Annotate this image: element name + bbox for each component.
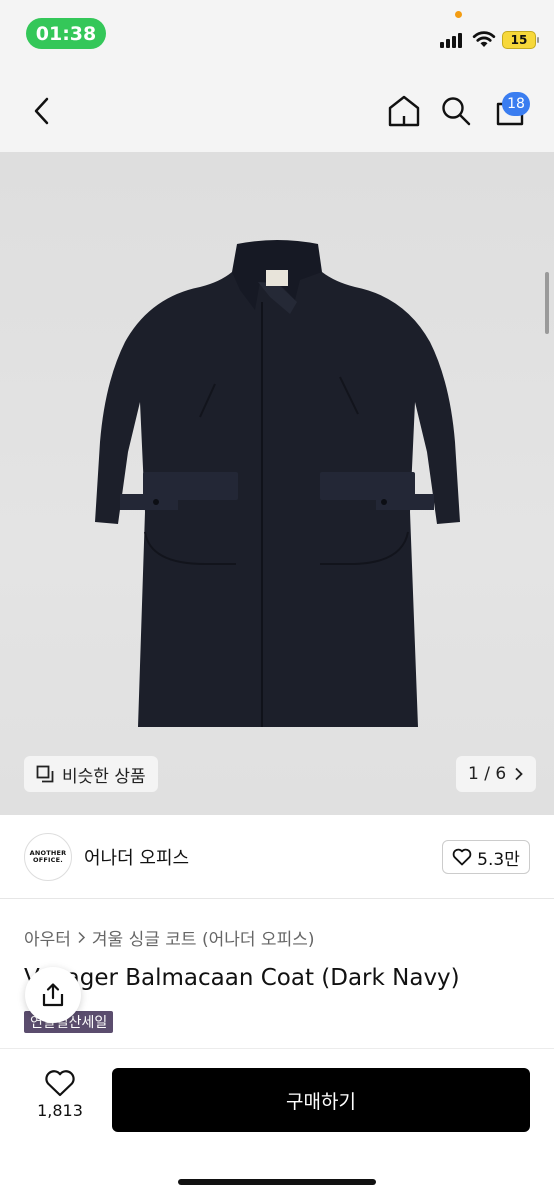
buy-button[interactable]: 구매하기 <box>112 1068 530 1132</box>
cellular-signal-icon <box>440 32 466 48</box>
brand-name[interactable]: 어나더 오피스 <box>84 844 189 870</box>
back-icon <box>34 97 49 125</box>
chevron-right-icon <box>78 931 85 944</box>
image-page-label: 1 / 6 <box>468 764 507 784</box>
scroll-indicator <box>545 272 549 334</box>
search-button[interactable] <box>438 93 474 129</box>
home-indicator[interactable] <box>178 1179 376 1185</box>
home-button[interactable] <box>386 93 422 129</box>
product-image-carousel[interactable]: 비슷한 상품 1 / 6 <box>0 152 554 815</box>
brand-like-button[interactable]: 5.3만 <box>442 840 530 874</box>
wishlist-count: 1,813 <box>37 1101 83 1120</box>
cart-count-badge: 18 <box>502 92 530 116</box>
battery-icon: 15 <box>502 31 539 49</box>
back-button[interactable] <box>24 93 60 129</box>
search-icon <box>442 97 471 126</box>
product-title: Voyager Balmacaan Coat (Dark Navy) <box>24 965 460 991</box>
image-page-indicator[interactable]: 1 / 6 <box>456 756 537 792</box>
chevron-right-icon <box>515 767 523 781</box>
status-bar: 01:38 15 <box>0 0 554 70</box>
share-button[interactable] <box>25 967 81 1023</box>
brand-row: ANOTHER OFFICE. 어나더 오피스 5.3만 <box>0 815 554 899</box>
wishlist-button[interactable]: 1,813 <box>30 1069 90 1131</box>
category-breadcrumb: 아우터 겨울 싱글 코트 (어나더 오피스) <box>24 925 314 950</box>
brand-like-count: 5.3만 <box>477 849 520 870</box>
similar-products-label: 비슷한 상품 <box>62 766 146 787</box>
brand-logo[interactable]: ANOTHER OFFICE. <box>24 833 72 881</box>
privacy-indicator-dot <box>455 11 462 18</box>
similar-icon <box>36 765 54 783</box>
breadcrumb-category-outer[interactable]: 아우터 <box>24 925 71 950</box>
breadcrumb-category-sub[interactable]: 겨울 싱글 코트 (어나더 오피스) <box>92 925 315 950</box>
top-nav-bar <box>0 70 554 152</box>
similar-products-button[interactable]: 비슷한 상품 <box>24 756 158 792</box>
coat-product-image <box>95 240 460 727</box>
share-icon <box>42 983 64 1007</box>
wifi-icon <box>472 31 496 47</box>
home-icon <box>388 95 420 127</box>
status-time: 01:38 <box>26 18 106 49</box>
heart-outline-icon <box>45 1070 75 1097</box>
bottom-action-bar: 1,813 구매하기 <box>0 1048 554 1200</box>
brand-logo-line-2: OFFICE. <box>33 856 63 864</box>
heart-outline-icon <box>452 848 472 866</box>
